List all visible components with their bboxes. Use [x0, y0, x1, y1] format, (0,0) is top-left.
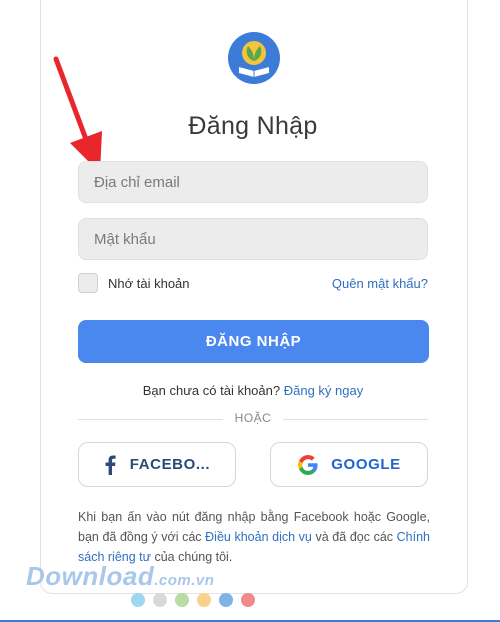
watermark-brand: Download	[26, 561, 155, 591]
watermark-dots	[131, 593, 255, 607]
google-icon	[298, 454, 318, 475]
facebook-login-button[interactable]: FACEBO...	[78, 442, 236, 487]
email-field[interactable]	[78, 161, 428, 203]
terms-text: Khi bạn ấn vào nút đăng nhập bằng Facebo…	[78, 507, 430, 567]
watermark-domain: .com.vn	[154, 572, 215, 589]
divider-line	[283, 419, 428, 420]
watermark-logo: Download.com.vn	[26, 561, 214, 592]
or-divider: HOẶC	[78, 411, 428, 427]
dot	[153, 593, 167, 607]
app-logo	[228, 32, 280, 84]
terms-of-service-link[interactable]: Điều khoản dịch vụ	[205, 530, 312, 544]
dot	[219, 593, 233, 607]
remember-me[interactable]: Nhớ tài khoản	[78, 273, 190, 293]
password-field[interactable]	[78, 218, 428, 260]
signup-row: Bạn chưa có tài khoản? Đăng ký ngay	[0, 383, 500, 398]
login-button[interactable]: ĐĂNG NHẬP	[78, 320, 429, 363]
terms-text-part2: và đã đọc các	[311, 530, 397, 544]
dot	[175, 593, 189, 607]
dot	[197, 593, 211, 607]
no-account-text: Bạn chưa có tài khoản?	[142, 383, 281, 398]
google-login-button[interactable]: GOOGLE	[270, 442, 428, 487]
facebook-icon	[105, 455, 116, 475]
signup-link[interactable]: Đăng ký ngay	[284, 383, 364, 398]
or-label: HOẶC	[234, 411, 272, 425]
google-label: GOOGLE	[331, 456, 401, 473]
remember-label: Nhớ tài khoản	[108, 275, 190, 291]
forgot-password-link[interactable]: Quên mật khẩu?	[332, 276, 428, 291]
dot	[131, 593, 145, 607]
remember-checkbox[interactable]	[78, 273, 98, 293]
dot	[241, 593, 255, 607]
facebook-label: FACEBO...	[129, 456, 211, 473]
page-title: Đăng Nhập	[188, 112, 318, 140]
